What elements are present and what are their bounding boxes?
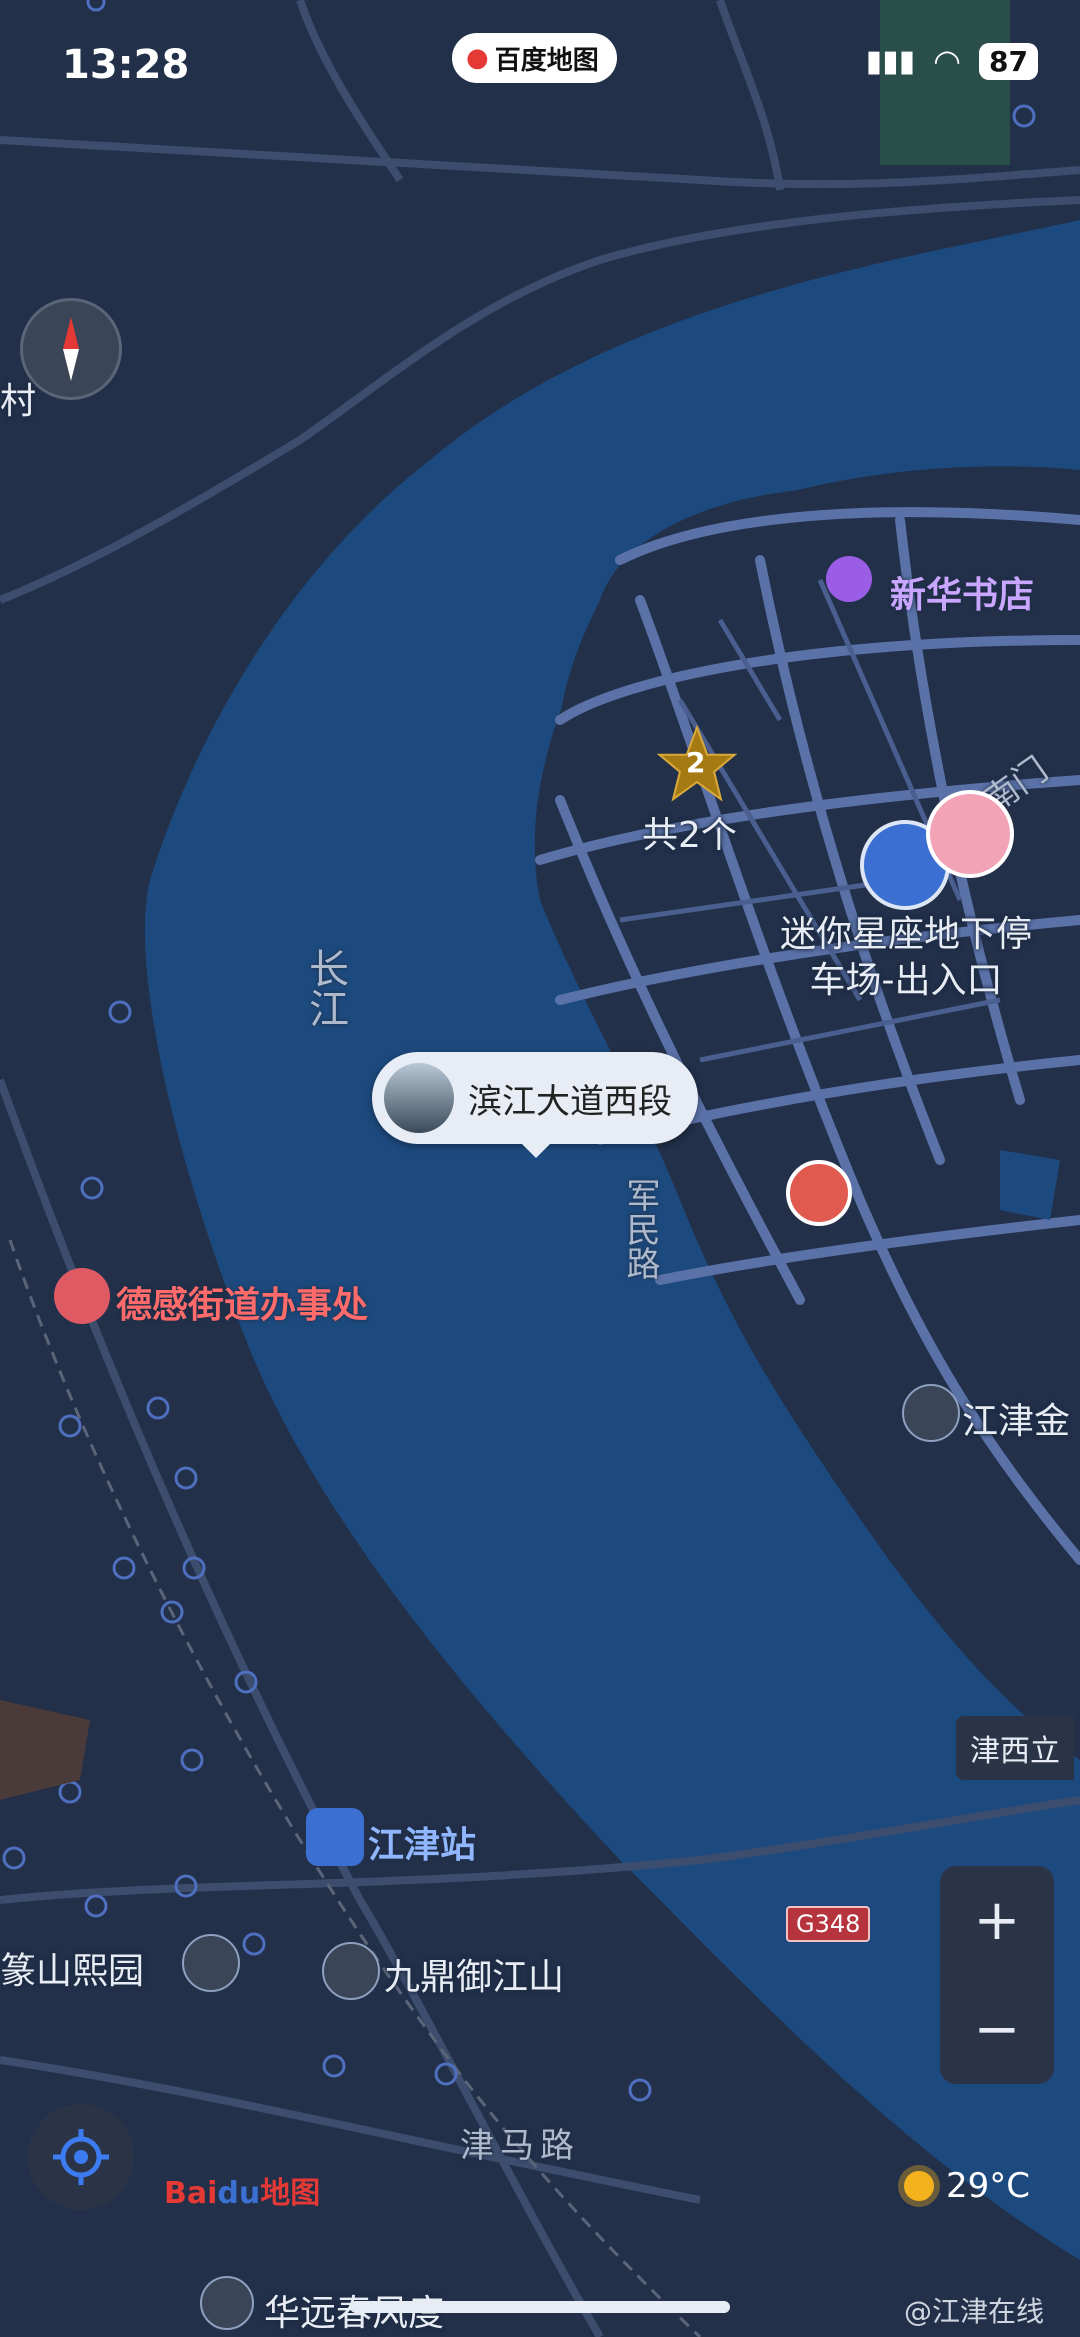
station-icon[interactable]	[306, 1808, 364, 1866]
residential-icon[interactable]	[322, 1942, 380, 2000]
label-parking[interactable]: 迷你星座地下停 车场-出入口	[746, 912, 1066, 1004]
weather-temp: 29°C	[946, 2166, 1031, 2206]
map-view[interactable]: 13:28 ▮▮▮ ◠ 87 ● 百度地图 村 新华书店 2 共2个 南门 迷你…	[0, 0, 1080, 2337]
label-jinxi[interactable]: 津西立	[956, 1716, 1074, 1780]
home-indicator[interactable]	[350, 2301, 730, 2313]
label-degan[interactable]: 德感街道办事处	[116, 1276, 368, 1328]
locate-icon	[53, 2129, 109, 2185]
map-pin-icon: ●	[466, 43, 489, 73]
locate-button[interactable]	[28, 2104, 134, 2210]
government-star-icon[interactable]	[54, 1268, 110, 1324]
road-shield-g348: G348	[786, 1906, 871, 1942]
app-pill[interactable]: ● 百度地图	[452, 33, 617, 83]
construction-icon[interactable]	[786, 1160, 852, 1226]
label-changjiang: 长江	[302, 948, 348, 1028]
compass-icon	[63, 317, 79, 381]
label-junmin: 军民路	[620, 1178, 660, 1280]
status-time: 13:28	[62, 42, 190, 88]
sun-icon	[904, 2171, 934, 2201]
label-jiangjin-jin[interactable]: 江津金	[962, 1392, 1070, 1444]
mascot-icon[interactable]	[926, 790, 1014, 878]
signal-icon: ▮▮▮	[865, 43, 916, 79]
callout-label: 滨江大道西段	[468, 1081, 672, 1122]
label-jiangjin-station[interactable]: 江津站	[368, 1816, 476, 1868]
label-xinhua[interactable]: 新华书店	[890, 566, 1034, 618]
label-jiuding[interactable]: 九鼎御江山	[384, 1948, 564, 2000]
callout-photo	[384, 1063, 454, 1133]
label-cluster: 共2个	[642, 815, 737, 856]
status-icons: ▮▮▮ ◠ 87	[866, 42, 1038, 80]
cluster-count: 2	[686, 746, 706, 779]
zoom-controls: + −	[940, 1866, 1054, 2084]
zoom-out-button[interactable]: −	[974, 1997, 1021, 2062]
wifi-icon: ◠	[933, 42, 962, 80]
zoom-in-button[interactable]: +	[974, 1888, 1021, 1953]
label-jinma: 津马路	[460, 2126, 580, 2166]
battery-indicator: 87	[979, 42, 1038, 80]
app-pill-label: 百度地图	[494, 45, 599, 76]
residential-icon[interactable]	[902, 1384, 960, 1442]
residential-icon[interactable]	[200, 2276, 254, 2330]
bookstore-icon[interactable]	[826, 556, 872, 602]
watermark: @江津在线	[904, 2295, 1045, 2328]
cluster-star-icon[interactable]: 2	[656, 724, 738, 806]
weather-widget[interactable]: 29°C	[904, 2166, 1030, 2206]
residential-icon[interactable]	[182, 1934, 240, 1992]
place-callout[interactable]: 滨江大道西段	[372, 1052, 698, 1158]
label-zhuanshan[interactable]: 篆山熙园	[0, 1942, 144, 1994]
baidu-logo: Baidu地图	[164, 2176, 321, 2211]
label-cun: 村	[0, 381, 37, 422]
